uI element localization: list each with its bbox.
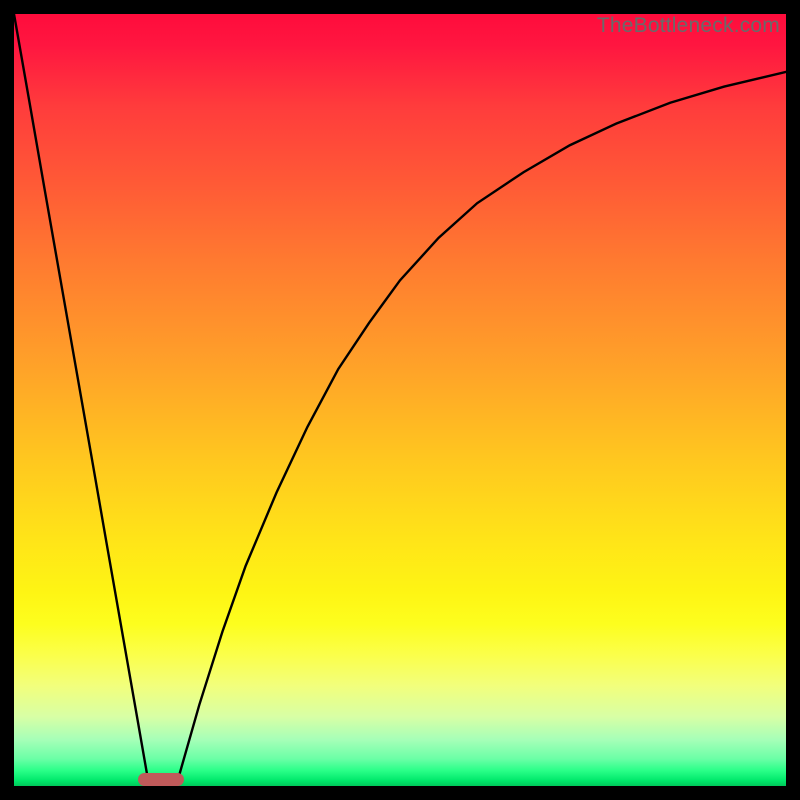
minimum-marker <box>138 773 184 786</box>
chart-frame: TheBottleneck.com <box>0 0 800 800</box>
curve-svg <box>14 14 786 786</box>
curve-right-branch <box>176 72 786 786</box>
plot-area: TheBottleneck.com <box>14 14 786 786</box>
curve-left-branch <box>14 14 149 786</box>
